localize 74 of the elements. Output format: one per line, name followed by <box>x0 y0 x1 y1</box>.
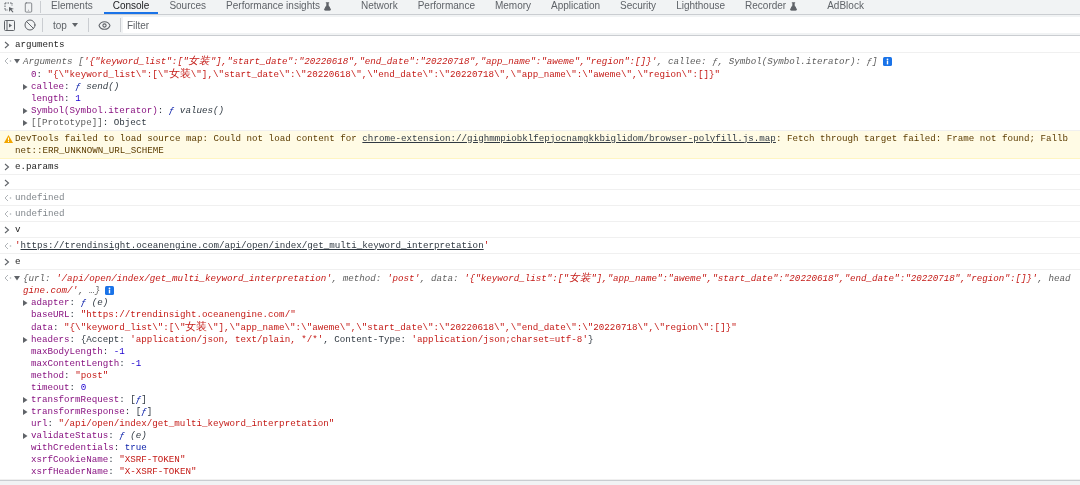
prompt-chevron-icon <box>4 257 10 266</box>
tab[interactable]: Recorder <box>736 0 817 14</box>
input-text: v <box>15 223 21 236</box>
console-line: maxContentLength: -1 <box>31 357 142 370</box>
collapse-triangle-icon[interactable] <box>22 408 28 415</box>
collapse-triangle-icon[interactable] <box>22 432 28 439</box>
link[interactable]: chrome-extension://gighmmpiobklfepjocnamgkkbiglidom/browser-polyfill.js.map <box>362 132 776 144</box>
tab[interactable]: Lighthouse <box>667 0 735 14</box>
live-expression-eye-icon[interactable] <box>97 18 111 32</box>
tab[interactable]: Application <box>542 0 609 14</box>
collapse-triangle-icon[interactable] <box>22 119 28 126</box>
collapse-triangle-icon[interactable] <box>22 107 28 114</box>
console-line: adapter: ƒ (e) <box>31 296 109 309</box>
console-line: headers: {Accept: 'application/json, text/plain, */*', Content-Type: 'application/json;charset=utf-8'} <box>31 333 594 346</box>
tab[interactable]: Performance insights <box>217 0 350 14</box>
console-line: 0: "{\"keyword_list\":[\"女装\"],\"start_date\":\"20220618\",\"end_date\":\"20220718\",\"app_name\":\"aweme\",\"region\":[]}" <box>31 67 721 81</box>
console-line: [[Prototype]]: Object <box>31 116 147 129</box>
console-line: method: "post" <box>31 369 109 382</box>
collapse-triangle-icon[interactable] <box>22 396 28 403</box>
tab[interactable]: AdBlock <box>818 0 873 14</box>
device-toolbar-icon[interactable] <box>23 1 34 13</box>
input-text: e.params <box>15 160 60 173</box>
info-icon[interactable] <box>105 286 115 295</box>
console-line: timeout: 0 <box>31 381 87 394</box>
console-line: undefined <box>15 191 65 204</box>
expand-triangle-icon[interactable] <box>14 57 20 64</box>
console-line: xsrfCookieName: "XSRF-TOKEN" <box>31 453 186 466</box>
console-line: undefined <box>15 207 65 220</box>
context-dropdown[interactable]: top <box>45 17 86 33</box>
return-arrow-icon <box>4 193 12 202</box>
tab[interactable]: Security <box>611 0 666 14</box>
console-line: data: "{\"keyword_list\":[\"女装\"],\"app_name\":\"aweme\",\"start_date\":\"20220618\",\"end_date\":\"20220718\",\"region\":[]}" <box>31 320 737 334</box>
collapse-triangle-icon[interactable] <box>22 336 28 343</box>
expand-triangle-icon[interactable] <box>14 274 20 281</box>
console-line: 'https://trendinsight.oceanengine.com/api/open/index/get_multi_keyword_interpretation' <box>15 239 490 252</box>
input-text: arguments <box>15 38 65 51</box>
prompt-chevron-icon <box>4 40 10 49</box>
console-line: withCredentials: true <box>31 441 147 454</box>
input-text: e <box>15 255 21 268</box>
console-line: transformResponse: [ƒ] <box>31 405 153 418</box>
console-line: length: 1 <box>31 92 81 105</box>
caret-icon <box>71 23 78 27</box>
return-arrow-icon <box>4 241 12 250</box>
console-line: maxBodyLength: -1 <box>31 345 125 358</box>
collapse-triangle-icon[interactable] <box>22 299 28 306</box>
console-line: validateStatus: ƒ (e) <box>31 429 147 442</box>
return-arrow-icon <box>4 209 12 218</box>
filter-field[interactable]: Filter <box>122 17 1080 33</box>
inspect-element-icon[interactable] <box>4 1 15 13</box>
warning-icon <box>4 134 13 143</box>
console-line: url: "/api/open/index/get_multi_keyword_interpretation" <box>31 417 335 430</box>
console-line: transformRequest: [ƒ] <box>31 393 147 406</box>
tab[interactable]: Memory <box>485 0 541 14</box>
collapse-triangle-icon[interactable] <box>22 83 28 90</box>
console-line: Symbol(Symbol.iterator): ƒ values() <box>31 104 224 117</box>
sidebar-toggle-icon[interactable] <box>4 19 15 31</box>
console-line: DevTools failed to load source map: Could not load content for chrome-extension://gighmmpiobklfepjocnamgkkbiglidom/browser-polyfill.js.map: Fetch through target failed: Frame not found; Fallb <box>15 132 1069 145</box>
prompt-chevron-icon <box>4 225 10 234</box>
tab[interactable]: Sources <box>160 0 216 14</box>
console-line: Arguments ['{"keyword_list":["女装"],"start_date":"20220618","end_date":"20220718","app_name":"aweme","region":[]}', callee: ƒ, Symbol(Symbol.iterator): ƒ] <box>23 54 878 68</box>
return-arrow-icon <box>4 56 12 65</box>
clear-console-icon[interactable] <box>24 19 36 31</box>
console-line: baseURL: "https://trendinsight.oceanengine.com/" <box>31 308 296 321</box>
console-line: net::ERR_UNKNOWN_URL_SCHEME <box>15 144 164 157</box>
console-line: gine.com/', …} <box>23 284 101 297</box>
console-line: xsrfHeaderName: "X-XSRF-TOKEN" <box>31 465 197 478</box>
console-line: {url: '/api/open/index/get_multi_keyword_interpretation', method: 'post', data: '{"keyword_list":["女装"],"app_name":"aweme","start_date":"20220618","end_date":"20220718","region":[]}', head <box>23 271 1071 285</box>
console-line: callee: ƒ send() <box>31 80 120 93</box>
info-icon[interactable] <box>882 56 892 66</box>
tab[interactable]: Performance <box>408 0 484 14</box>
link[interactable]: https://trendinsight.oceanengine.com/api/open/index/get_multi_keyword_interpretation <box>20 239 484 251</box>
return-arrow-icon <box>4 273 12 282</box>
tab[interactable]: Elements <box>42 0 102 14</box>
tab[interactable]: Network <box>352 0 407 14</box>
